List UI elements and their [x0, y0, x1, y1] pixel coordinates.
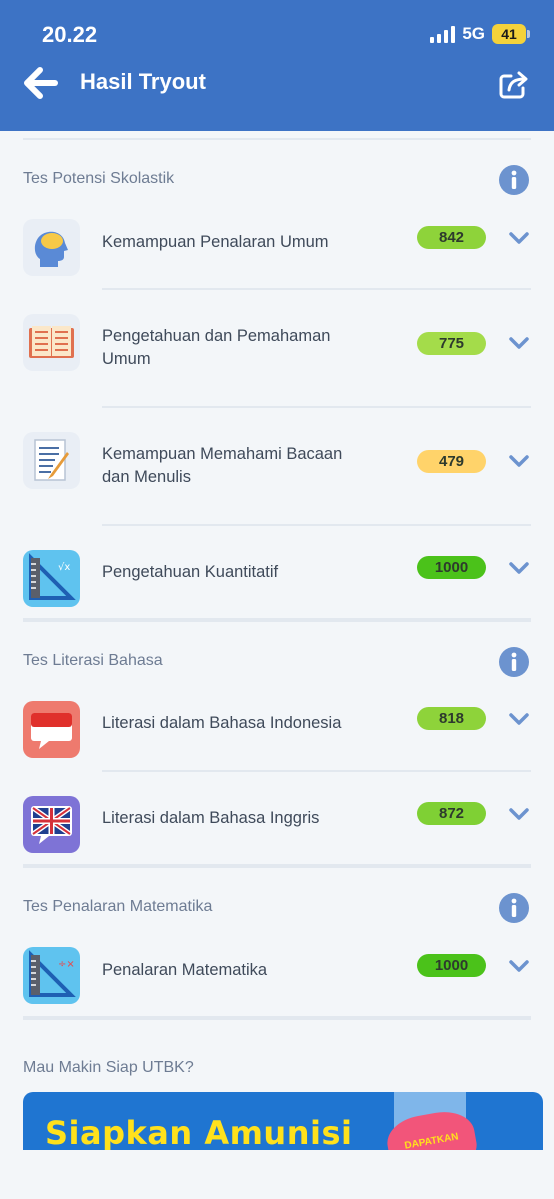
score-badge: 1000: [417, 954, 486, 977]
status-indicators: 5G 41: [430, 24, 530, 44]
info-icon[interactable]: [499, 165, 529, 195]
item-label: Kemampuan Penalaran Umum: [102, 233, 329, 251]
row-divider: [102, 524, 531, 526]
row-divider: [102, 406, 531, 408]
score-badge: 1000: [417, 556, 486, 579]
promo-banner[interactable]: DAPATKAN Siapkan Amunisi: [23, 1092, 543, 1150]
chevron-down-icon[interactable]: [508, 454, 530, 468]
chevron-down-icon[interactable]: [508, 336, 530, 350]
indonesia-flag-chat-icon: [23, 701, 80, 758]
item-label: Kemampuan Memahami Bacaan dan Menulis: [102, 445, 343, 486]
score-badge: 775: [417, 332, 486, 355]
promo-title: Mau Makin Siap UTBK?: [23, 1059, 194, 1076]
row-divider: [102, 770, 531, 772]
uk-flag-chat-icon: [23, 796, 80, 853]
info-icon[interactable]: [499, 893, 529, 923]
chevron-down-icon[interactable]: [508, 807, 530, 821]
section-title-matematika: Tes Penalaran Matematika: [23, 898, 213, 915]
status-time: 20.22: [42, 22, 98, 47]
score-badge: 842: [417, 226, 486, 249]
section-divider: [23, 864, 531, 868]
section-divider: [23, 618, 531, 622]
item-label: Literasi dalam Bahasa Indonesia: [102, 714, 342, 732]
brain-head-icon: [23, 219, 80, 276]
chevron-down-icon[interactable]: [508, 959, 530, 973]
book-icon: [23, 314, 80, 371]
battery-icon: 41: [492, 24, 530, 44]
chevron-down-icon[interactable]: [508, 231, 530, 245]
document-pen-icon: [23, 432, 80, 489]
info-icon[interactable]: [499, 647, 529, 677]
row-divider: [102, 288, 531, 290]
svg-text:√x: √x: [58, 562, 70, 573]
svg-text:÷×: ÷×: [58, 959, 75, 970]
network-type: 5G: [462, 24, 485, 43]
section-divider: [23, 1016, 531, 1020]
page-title: Hasil Tryout: [80, 69, 206, 94]
banner-text: Siapkan Amunisi: [45, 1114, 353, 1150]
score-badge: 872: [417, 802, 486, 825]
score-badge: 818: [417, 707, 486, 730]
signal-icon: [430, 25, 456, 43]
back-arrow-icon[interactable]: [22, 64, 60, 102]
section-title-tps: Tes Potensi Skolastik: [23, 170, 175, 187]
ruler-triangle-icon: ÷×: [23, 947, 80, 1004]
section-title-literasi: Tes Literasi Bahasa: [23, 652, 163, 669]
app-header: 20.22 5G 41 Hasil Tryout: [0, 0, 554, 131]
chevron-down-icon[interactable]: [508, 712, 530, 726]
item-label: Penalaran Matematika: [102, 961, 268, 979]
chevron-down-icon[interactable]: [508, 561, 530, 575]
item-label: Literasi dalam Bahasa Inggris: [102, 809, 320, 827]
item-label: Pengetahuan dan Pemahaman Umum: [102, 327, 331, 368]
ruler-triangle-icon: √x: [23, 550, 80, 607]
header-divider: [23, 138, 531, 140]
item-label: Pengetahuan Kuantitatif: [102, 563, 279, 581]
share-icon[interactable]: [498, 68, 530, 100]
score-badge: 479: [417, 450, 486, 473]
